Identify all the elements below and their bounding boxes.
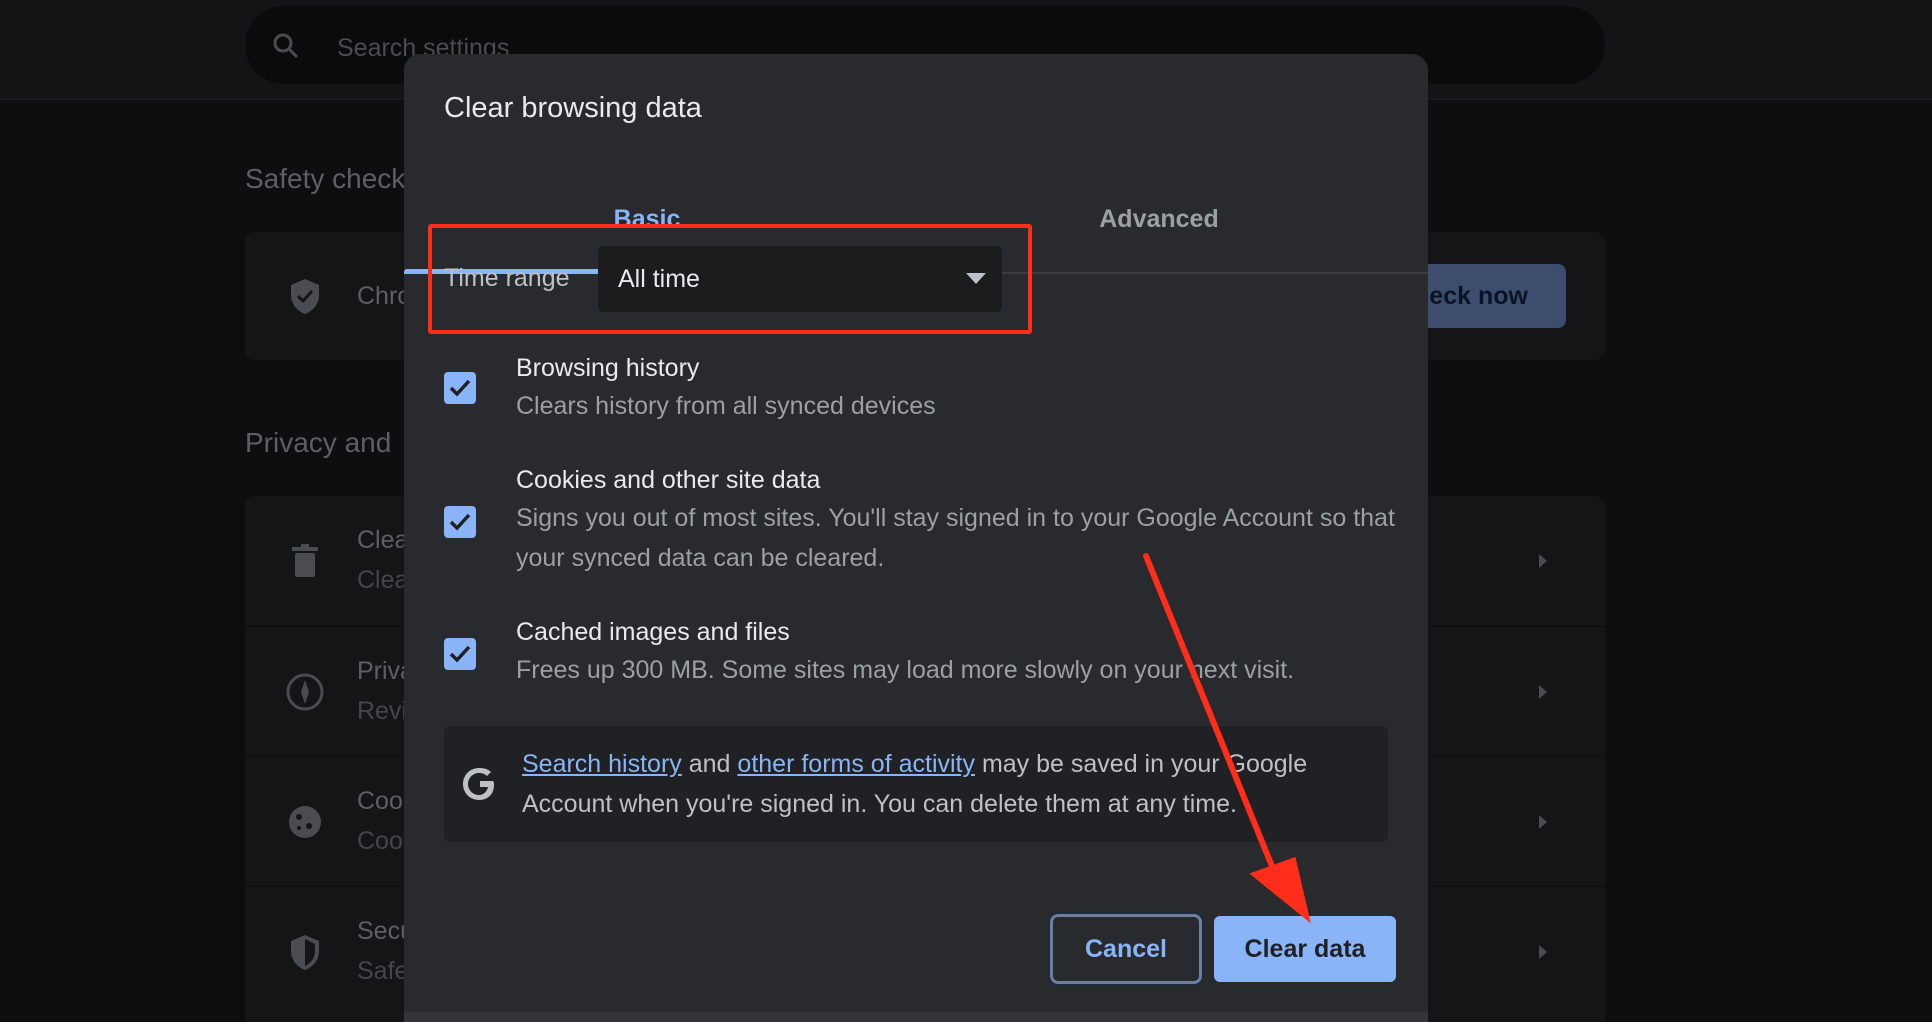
privacy-row-subtitle: Clea <box>357 566 409 594</box>
cookie-icon <box>289 806 321 838</box>
dialog-title: Clear browsing data <box>444 92 702 124</box>
option-title: Cookies and other site data <box>516 466 821 494</box>
chevron-right-icon <box>1539 554 1547 568</box>
privacy-row-title: Clea <box>357 526 409 554</box>
option-title: Browsing history <box>516 354 700 382</box>
privacy-row-subtitle: Safe <box>357 957 409 985</box>
chevron-right-icon <box>1539 815 1547 829</box>
chevron-right-icon <box>1539 945 1547 959</box>
google-g-icon <box>463 768 494 800</box>
checkmark-icon <box>449 513 471 531</box>
dropdown-arrow-icon <box>966 273 986 284</box>
privacy-heading: Privacy and <box>245 427 392 458</box>
search-history-link[interactable]: Search history <box>522 750 682 778</box>
shield-check-icon <box>291 279 319 314</box>
other-activity-link[interactable]: other forms of activity <box>737 750 975 778</box>
time-range-value: All time <box>618 265 700 293</box>
safety-check-heading: Safety check <box>245 163 406 194</box>
privacy-row-title: Coo <box>357 787 403 815</box>
checkmark-icon <box>449 379 471 397</box>
trash-icon <box>292 544 318 577</box>
option-description: Frees up 300 MB. Some sites may load mor… <box>516 656 1295 684</box>
cookies-checkbox[interactable] <box>444 506 476 538</box>
time-range-dropdown[interactable]: All time <box>598 246 1002 312</box>
google-activity-notice: Search history and other forms of activi… <box>444 726 1388 842</box>
notice-text: Search history and other forms of activi… <box>522 744 1372 824</box>
browsing-history-checkbox[interactable] <box>444 372 476 404</box>
privacy-row-subtitle: Revi <box>357 697 408 725</box>
option-title: Cached images and files <box>516 618 790 646</box>
chevron-right-icon <box>1539 685 1547 699</box>
dialog-footer <box>404 1012 1428 1022</box>
option-description: Clears history from all synced devices <box>516 392 936 420</box>
clear-data-button[interactable]: Clear data <box>1214 916 1396 982</box>
privacy-row-subtitle: Coo <box>357 827 403 855</box>
cached-images-checkbox[interactable] <box>444 638 476 670</box>
notice-connector: and <box>688 750 731 778</box>
time-range-label: Time range <box>444 264 570 292</box>
clear-browsing-data-dialog: Clear browsing data Basic Advanced Time … <box>404 54 1428 1022</box>
shield-icon <box>291 935 319 970</box>
compass-icon <box>286 673 324 711</box>
search-icon <box>273 33 299 59</box>
checkmark-icon <box>449 645 471 663</box>
cancel-button[interactable]: Cancel <box>1050 914 1202 984</box>
option-description: Signs you out of most sites. You'll stay… <box>516 504 1395 572</box>
